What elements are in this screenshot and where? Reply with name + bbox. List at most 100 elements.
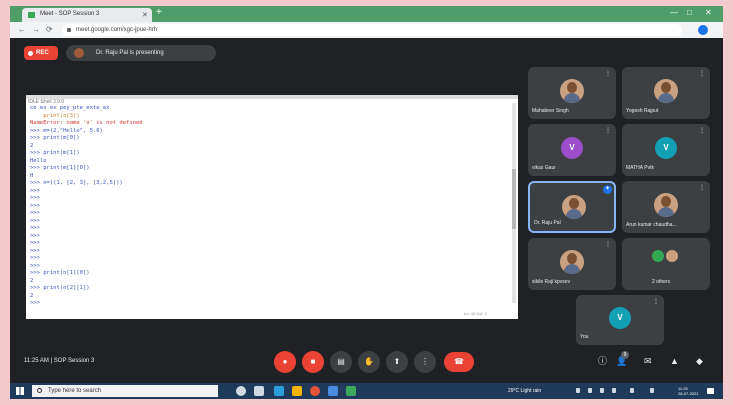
self-initial: V	[609, 307, 631, 329]
taskbar-clock[interactable]: 11:25 28-07-2021	[678, 386, 698, 396]
chat-icon[interactable]: ✉	[644, 356, 652, 366]
participant-name: Dr. Raju Pal	[534, 220, 561, 226]
participant-photo	[654, 79, 678, 103]
participant-tile[interactable]: ⋮ Yogesh Rajput	[622, 67, 710, 119]
participant-tile[interactable]: ⋮ Arun kumar chaudha...	[622, 181, 710, 233]
participant-tile[interactable]: V ⋮ vikas Gaur	[528, 124, 616, 176]
code-line: >>> print(n[1][0])	[30, 270, 90, 276]
new-tab-button[interactable]: +	[156, 8, 162, 18]
tile-more-icon[interactable]: ⋮	[605, 241, 611, 248]
code-line: >>>	[30, 210, 40, 216]
tile-more-icon[interactable]: ⋮	[605, 127, 611, 134]
meeting-info-icon[interactable]: ⓘ	[598, 356, 607, 366]
profile-avatar-icon[interactable]	[698, 25, 708, 35]
code-line: >>>	[30, 187, 40, 194]
tile-more-icon[interactable]: ⋮	[699, 184, 705, 191]
self-tile[interactable]: V ⋮ You	[576, 295, 664, 345]
code-line: >>>	[30, 217, 40, 224]
tile-more-icon[interactable]: ⋮	[605, 70, 611, 77]
code-line: >>>	[30, 255, 40, 261]
code-line: NameError: name 'o' is not defined	[30, 120, 143, 126]
weather-widget[interactable]: 29°C Light rain	[508, 388, 541, 394]
self-name: You	[580, 334, 589, 340]
tab-title: Meet - SOP Session 3	[40, 11, 100, 17]
others-label: 2 others	[652, 279, 671, 285]
shell-scroll-thumb[interactable]	[512, 169, 516, 229]
task-view-icon[interactable]	[254, 386, 264, 396]
notification-center-icon[interactable]	[707, 388, 714, 394]
code-line: >>>	[30, 225, 40, 231]
forward-button[interactable]: →	[32, 25, 40, 35]
end-call-button[interactable]: ☎	[444, 352, 474, 372]
maximize-button[interactable]: □	[687, 8, 692, 18]
captions-button[interactable]: ▤	[330, 351, 352, 373]
participant-name: MATHA Pvtk	[626, 165, 654, 171]
code-line: 2	[30, 142, 34, 149]
back-button[interactable]: ←	[18, 25, 26, 35]
python-idle-icon[interactable]	[346, 386, 356, 396]
tray-network-icon[interactable]	[588, 388, 592, 393]
tray-pen-icon[interactable]	[650, 388, 654, 393]
participant-tile[interactable]: ⋮ Mahabeer Singh	[528, 67, 616, 119]
search-icon	[37, 388, 42, 393]
more-options-button[interactable]: ⋮	[414, 351, 436, 373]
code-line: >>> n=((1, [2, 3], [3,2,5]))	[30, 180, 123, 186]
file-explorer-icon[interactable]	[292, 386, 302, 396]
activities-icon[interactable]: ▲	[670, 356, 679, 366]
address-bar-row: ← → ⟳ meet.google.com/xgc-jpue-hrh	[10, 22, 723, 38]
participant-initial: V	[561, 137, 583, 159]
tray-chevron-icon[interactable]	[576, 388, 580, 393]
close-tab-icon[interactable]: ✕	[142, 11, 148, 19]
chrome-icon[interactable]	[310, 386, 320, 396]
taskbar-search-box[interactable]: Type here to search	[32, 385, 218, 397]
participant-photo	[562, 195, 586, 219]
edge-icon[interactable]	[274, 386, 284, 396]
host-controls-icon[interactable]: ◆	[696, 356, 703, 366]
tile-more-icon[interactable]: ⋮	[699, 127, 705, 134]
windows-start-icon[interactable]	[16, 387, 24, 395]
participant-name: Arun kumar chaudha...	[626, 222, 677, 228]
tile-more-icon[interactable]: ⋮	[653, 298, 659, 305]
present-now-button[interactable]: ⬆	[386, 351, 408, 373]
participant-tile-active-speaker[interactable]: ✦ Dr. Raju Pal	[528, 181, 616, 233]
pin-icon[interactable]: ✦	[603, 185, 612, 194]
windows-taskbar: Type here to search 29°C Light rain 11:2…	[10, 383, 723, 399]
others-avatar-icon	[652, 250, 664, 262]
others-tile[interactable]: 2 others	[622, 238, 710, 290]
code-line: print(o[3])	[30, 112, 80, 119]
mic-off-button[interactable]: ●	[274, 351, 296, 373]
raise-hand-button[interactable]: ✋	[358, 351, 380, 373]
participant-tile[interactable]: V ⋮ MATHA Pvtk	[622, 124, 710, 176]
clock-date: 28-07-2021	[678, 391, 699, 396]
tray-volume-icon[interactable]	[600, 388, 604, 393]
participant-name: sikile Raji kpvsev	[532, 279, 571, 285]
code-line: >>> print(m[1][0])	[30, 165, 90, 171]
people-count-badge: 9	[621, 351, 629, 359]
tray-battery-icon[interactable]	[630, 388, 634, 393]
cortana-icon[interactable]	[236, 386, 246, 396]
url-field[interactable]: meet.google.com/xgc-jpue-hrh	[62, 24, 682, 36]
presenting-banner[interactable]: Dr. Raju Pal is presenting	[66, 45, 216, 61]
code-line: >>>	[30, 232, 40, 239]
code-line: >>> m=(2,"Hello", 5.6)	[30, 127, 103, 134]
camera-off-button[interactable]: ■	[302, 351, 324, 373]
participant-photo	[560, 250, 584, 274]
code-line: >>>	[30, 240, 40, 246]
close-window-button[interactable]: ✕	[705, 8, 712, 18]
lock-icon	[67, 28, 71, 32]
mail-icon[interactable]	[328, 386, 338, 396]
reload-button[interactable]: ⟳	[46, 25, 53, 35]
meet-favicon-icon	[28, 12, 35, 18]
code-line: >>>	[30, 247, 40, 254]
presenter-avatar	[74, 48, 84, 58]
code-line: 2	[30, 292, 34, 299]
code-line: >>>	[30, 300, 40, 306]
participant-tile[interactable]: ⋮ sikile Raji kpvsev	[528, 238, 616, 290]
code-line: 2	[30, 277, 34, 284]
code-line: Hello	[30, 157, 47, 164]
participant-photo	[560, 79, 584, 103]
tray-language-icon[interactable]	[612, 388, 616, 393]
browser-tab[interactable]: Meet - SOP Session 3 ✕	[22, 8, 152, 22]
minimize-button[interactable]: —	[670, 8, 678, 18]
tile-more-icon[interactable]: ⋮	[699, 70, 705, 77]
